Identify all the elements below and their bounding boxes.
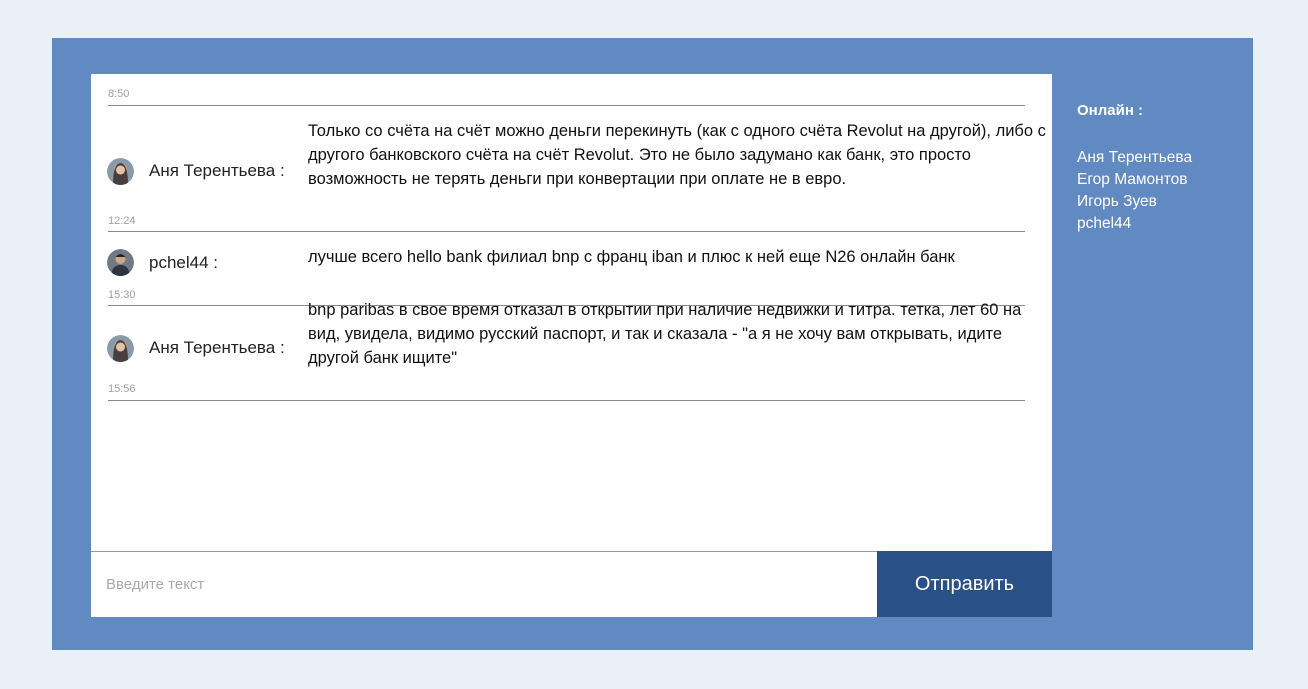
online-user[interactable]: Егор Мамонтов (1077, 169, 1192, 191)
user-avatar-icon (107, 249, 134, 276)
avatar[interactable] (107, 249, 134, 276)
online-users-panel: Онлайн : Аня Терентьева Егор Мамонтов Иг… (1077, 102, 1192, 235)
message-item: Аня Терентьева : bnp paribas в свое врем… (91, 301, 1052, 400)
avatar[interactable] (107, 335, 134, 362)
online-title: Онлайн : (1077, 102, 1144, 119)
message-divider (108, 400, 1025, 401)
online-user[interactable]: Игорь Зуев (1077, 191, 1192, 213)
message-time: 8:50 (108, 88, 130, 100)
user-avatar-icon (107, 335, 134, 362)
user-avatar-icon (107, 158, 134, 185)
online-user[interactable]: pchel44 (1077, 213, 1192, 235)
message-author: Аня Терентьева : (149, 338, 285, 357)
message-time: 12:24 (108, 215, 136, 227)
message-text: лучше всего hello bank филиал bnp с фран… (308, 248, 955, 266)
message-input[interactable] (91, 552, 877, 616)
send-button[interactable]: Отправить (877, 551, 1052, 617)
avatar[interactable] (107, 158, 134, 185)
message-time: 15:56 (108, 383, 136, 395)
chat-frame: 8:50 Аня Терентьева : Только со счёта на… (52, 38, 1253, 650)
message-text: Только со счёта на счёт можно деньги пер… (308, 122, 1046, 188)
message-text: bnp paribas в свое время отказал в откры… (308, 301, 1022, 367)
message-list[interactable]: 8:50 Аня Терентьева : Только со счёта на… (91, 74, 1052, 551)
message-author: pchel44 : (149, 253, 218, 272)
message-item: Аня Терентьева : Только со счёта на счёт… (91, 105, 1052, 231)
message-composer: Отправить (91, 551, 1052, 617)
message-author: Аня Терентьева : (149, 161, 285, 180)
message-item: pchel44 : лучше всего hello bank филиал … (91, 231, 1052, 305)
message-time: 15:30 (108, 289, 136, 301)
online-user[interactable]: Аня Терентьева (1077, 147, 1192, 169)
